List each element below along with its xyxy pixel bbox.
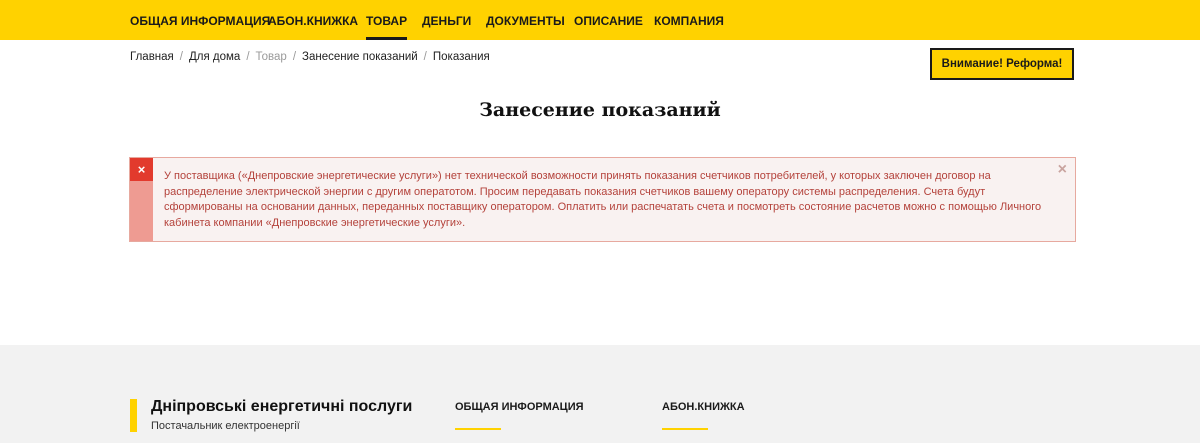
alert-side-strip: ×: [130, 158, 153, 241]
page-title: Занесение показаний: [479, 99, 721, 121]
footer-brand-subtitle: Постачальник електроенергії: [151, 420, 300, 432]
reform-notice-button[interactable]: Внимание! Реформа!: [930, 48, 1074, 80]
breadcrumb-separator: /: [246, 51, 250, 63]
breadcrumb: Главная / Для дома / Товар / Занесение показан…: [130, 51, 490, 63]
top-navigation: Общая информация Абон.книжка Товар Деньг…: [0, 0, 1200, 40]
footer-column-subscriber-book[interactable]: Абон.книжка: [662, 401, 745, 430]
breadcrumb-home[interactable]: Главная: [130, 51, 174, 63]
breadcrumb-separator: /: [423, 51, 427, 63]
nav-item-money[interactable]: Деньги: [422, 0, 471, 40]
close-icon: ×: [130, 158, 153, 181]
footer: Дніпровські енергетичні послуги Постачал…: [0, 345, 1200, 443]
nav-item-goods[interactable]: Товар: [366, 0, 408, 40]
footer-column-general-info[interactable]: Общая информация: [455, 401, 584, 430]
error-alert: × У поставщика («Днепровские энергетичес…: [129, 157, 1076, 242]
nav-item-description[interactable]: Описание: [574, 0, 643, 40]
breadcrumb-separator: /: [292, 51, 297, 63]
breadcrumb-for-home[interactable]: Для дома: [189, 51, 240, 63]
nav-item-subscriber-book[interactable]: Абон.книжка: [268, 0, 358, 40]
breadcrumb-enter-readings[interactable]: Занесение показаний: [302, 51, 418, 63]
breadcrumb-goods: Товар: [255, 51, 287, 63]
alert-close-button[interactable]: ×: [1058, 161, 1067, 179]
nav-item-company[interactable]: Компания: [654, 0, 724, 40]
breadcrumb-separator: /: [179, 51, 183, 63]
footer-brand-name[interactable]: Дніпровські енергетичні послуги: [151, 398, 412, 416]
brand-accent-bar: [130, 399, 137, 432]
nav-item-general-info[interactable]: Общая информация: [130, 0, 270, 40]
nav-item-documents[interactable]: Документы: [486, 0, 565, 40]
breadcrumb-readings: Показания: [432, 51, 490, 63]
alert-message: У поставщика («Днепровские энергетически…: [164, 170, 1042, 229]
